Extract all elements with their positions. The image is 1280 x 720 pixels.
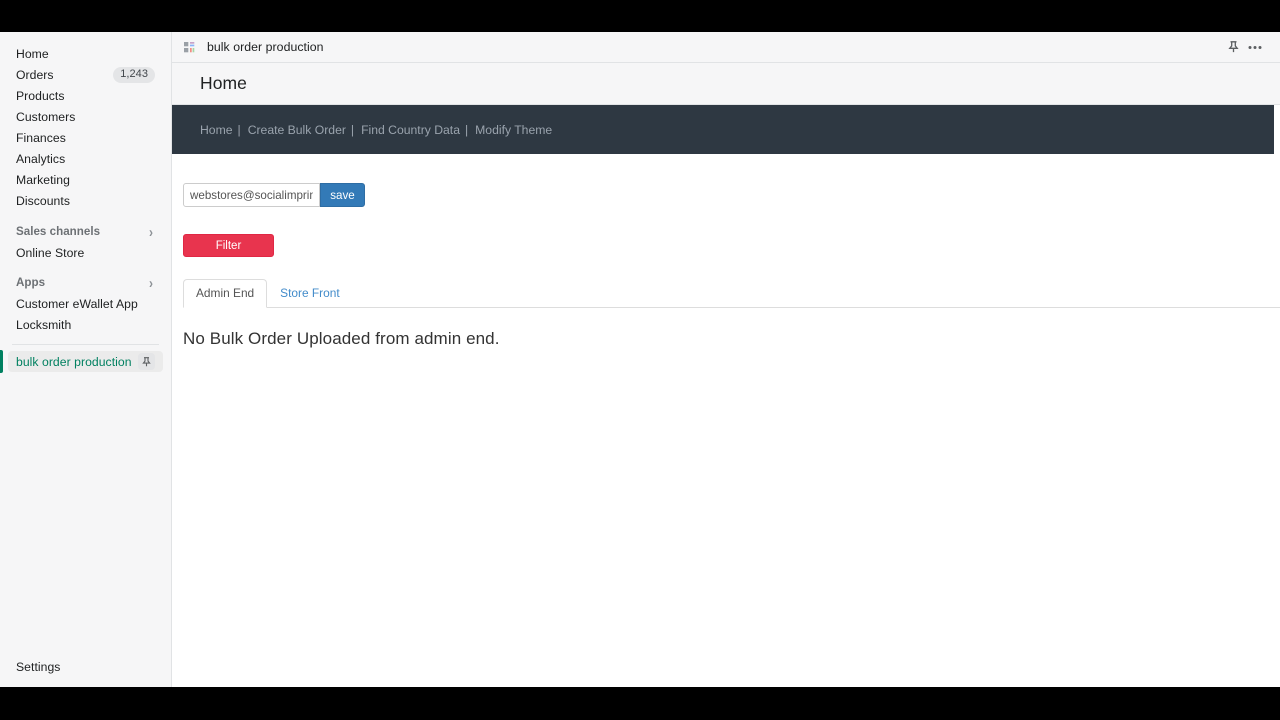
sidebar-item-analytics[interactable]: Analytics (8, 148, 163, 169)
sidebar-item-bulk-order-production[interactable]: bulk order production (0, 350, 163, 373)
save-button[interactable]: save (320, 183, 365, 207)
sidebar-item-label: Customer eWallet App (16, 296, 138, 311)
sidebar-item-locksmith[interactable]: Locksmith (8, 314, 163, 335)
app-nav-link-find-country-data[interactable]: Find Country Data (361, 123, 460, 137)
email-save-row: save (183, 183, 1280, 207)
tab-admin-end[interactable]: Admin End (183, 279, 268, 308)
sidebar-item-label: Customers (16, 109, 76, 124)
sidebar-item-label: Locksmith (16, 317, 72, 332)
sidebar-section-apps[interactable]: Apps › (8, 272, 163, 293)
apps-grid-icon (184, 41, 195, 53)
page-header: Home (172, 63, 1280, 105)
ellipsis-horizontal-icon[interactable] (1244, 36, 1266, 58)
sidebar-scroll-area[interactable]: Home Orders 1,243 Products Customers Fin… (0, 32, 171, 656)
app-nav-bar: Home | Create Bulk Order | Find Country … (172, 105, 1274, 154)
sidebar-item-label: Home (16, 46, 49, 61)
tab-store-front[interactable]: Store Front (267, 279, 352, 308)
sidebar-item-customers[interactable]: Customers (8, 106, 163, 127)
sidebar-item-discounts[interactable]: Discounts (8, 190, 163, 211)
page-title: Home (200, 73, 247, 93)
app-body: save Filter Admin End Store Front No Bul… (172, 154, 1280, 349)
app-topbar: bulk order production (172, 32, 1280, 63)
app-nav-separator: | (350, 122, 355, 137)
sidebar-item-settings[interactable]: Settings (8, 656, 163, 677)
embedded-app-frame: Home | Create Bulk Order | Find Country … (172, 105, 1280, 687)
sidebar-item-label: Marketing (16, 172, 70, 187)
sidebar-item-label: Analytics (16, 151, 66, 166)
chevron-right-icon[interactable]: › (149, 224, 153, 239)
sidebar-section-label: Apps (16, 276, 46, 289)
active-accent-bar (0, 350, 3, 373)
app-title: bulk order production (207, 40, 324, 54)
sidebar-item-label: bulk order production (16, 354, 132, 369)
sidebar-item-label: Settings (16, 659, 61, 674)
sidebar-item-finances[interactable]: Finances (8, 127, 163, 148)
sidebar-item-marketing[interactable]: Marketing (8, 169, 163, 190)
sidebar: Home Orders 1,243 Products Customers Fin… (0, 32, 172, 687)
browser-viewport: Home Orders 1,243 Products Customers Fin… (0, 32, 1280, 687)
filter-button[interactable]: Filter (183, 234, 274, 257)
pin-icon[interactable] (138, 353, 155, 370)
app-nav-link-create-bulk-order[interactable]: Create Bulk Order (248, 123, 346, 137)
email-input[interactable] (183, 183, 320, 207)
sidebar-item-label: Discounts (16, 193, 70, 208)
sidebar-section-label: Sales channels (16, 225, 101, 238)
app-nav-link-modify-theme[interactable]: Modify Theme (475, 123, 552, 137)
orders-count-badge: 1,243 (113, 66, 155, 83)
pin-icon[interactable] (1222, 36, 1244, 58)
sidebar-footer: Settings (0, 656, 171, 687)
main-area: bulk order production Home Home | Create… (172, 32, 1280, 687)
sidebar-item-orders[interactable]: Orders 1,243 (8, 64, 163, 85)
sidebar-item-label: Orders (16, 67, 54, 82)
tab-bar: Admin End Store Front (183, 279, 1280, 308)
app-nav-separator: | (237, 122, 241, 137)
sidebar-item-products[interactable]: Products (8, 85, 163, 106)
sidebar-section-sales-channels[interactable]: Sales channels › (8, 221, 163, 242)
sidebar-item-online-store[interactable]: Online Store (8, 242, 163, 263)
app-nav-link-home[interactable]: Home (200, 123, 233, 137)
sidebar-item-label: Finances (16, 130, 66, 145)
sidebar-item-label: Online Store (16, 245, 85, 260)
sidebar-item-home[interactable]: Home (8, 43, 163, 64)
chevron-right-icon[interactable]: › (149, 275, 153, 290)
sidebar-divider (12, 344, 159, 345)
app-nav-separator: | (464, 122, 469, 137)
sidebar-item-label: Products (16, 88, 65, 103)
sidebar-item-customer-ewallet-app[interactable]: Customer eWallet App (8, 293, 163, 314)
empty-state-message: No Bulk Order Uploaded from admin end. (183, 329, 500, 348)
